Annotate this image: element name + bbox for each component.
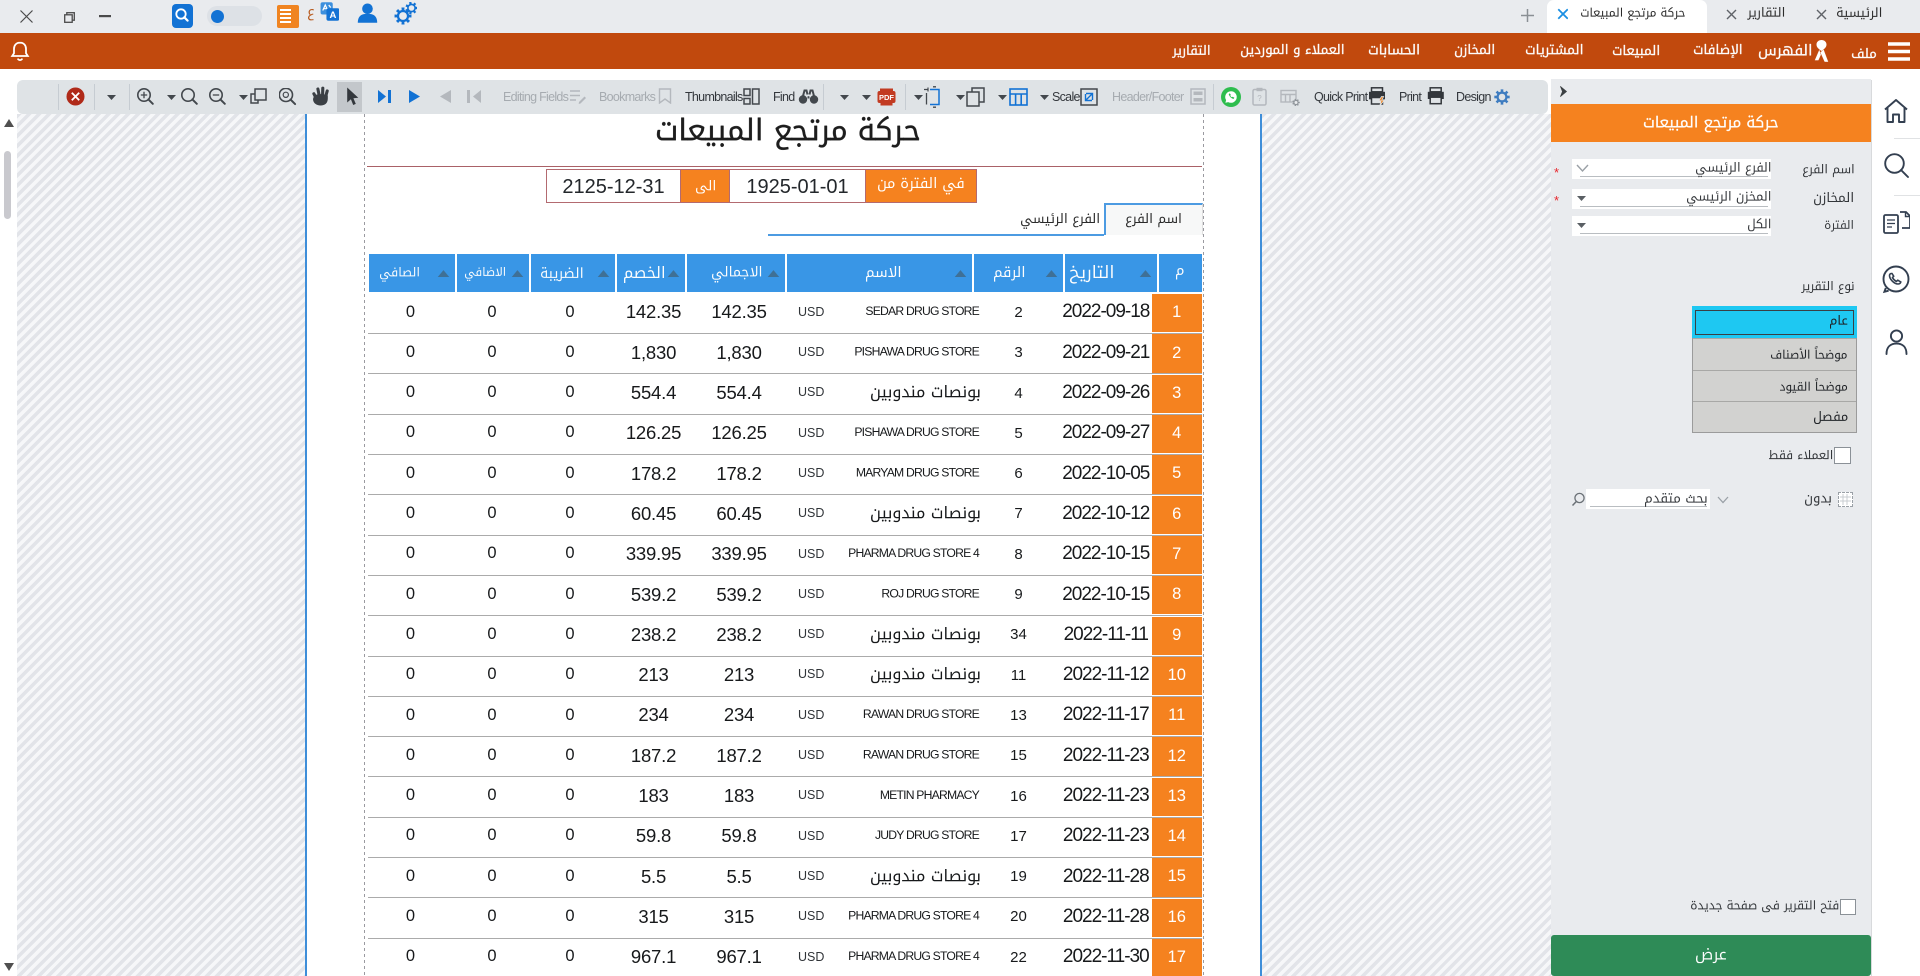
svg-text:PDF: PDF: [879, 93, 894, 102]
svg-text:?: ?: [1257, 94, 1262, 103]
svg-text:A: A: [329, 10, 336, 21]
